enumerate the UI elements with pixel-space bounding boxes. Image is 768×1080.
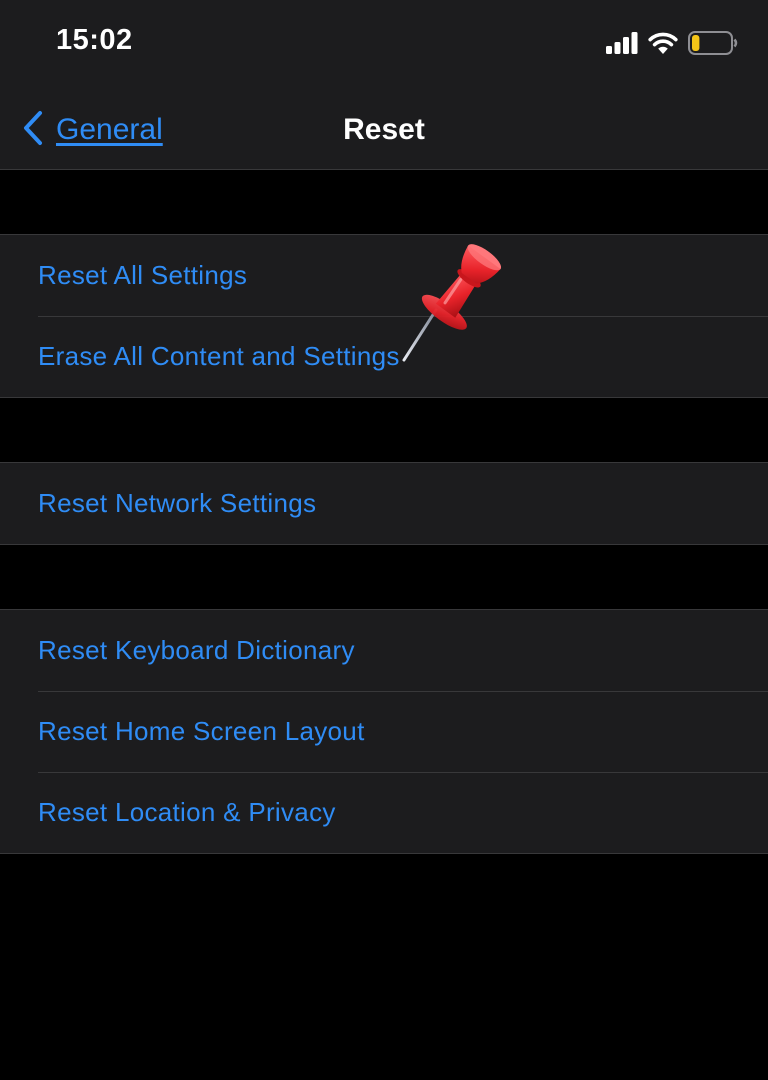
navigation-bar: General Reset — [0, 88, 768, 170]
erase-all-content-row[interactable]: Erase All Content and Settings — [0, 316, 768, 397]
settings-group-reset: Reset All Settings Erase All Content and… — [0, 234, 768, 398]
wifi-icon — [648, 32, 678, 59]
row-label: Reset Keyboard Dictionary — [38, 635, 355, 665]
reset-network-settings-row[interactable]: Reset Network Settings — [0, 463, 768, 544]
battery-icon — [688, 30, 738, 60]
row-label: Reset Home Screen Layout — [38, 716, 365, 746]
settings-group-other: Reset Keyboard Dictionary Reset Home Scr… — [0, 609, 768, 854]
row-label: Reset All Settings — [38, 260, 248, 290]
status-time: 15:02 — [56, 24, 133, 56]
status-icons — [606, 30, 738, 60]
row-label: Reset Location & Privacy — [38, 797, 336, 827]
settings-group-network: Reset Network Settings — [0, 462, 768, 545]
reset-keyboard-dictionary-row[interactable]: Reset Keyboard Dictionary — [0, 610, 768, 691]
page-title: Reset — [343, 113, 425, 146]
reset-all-settings-row[interactable]: Reset All Settings — [0, 235, 768, 316]
reset-home-screen-layout-row[interactable]: Reset Home Screen Layout — [0, 691, 768, 772]
row-label: Erase All Content and Settings — [38, 341, 400, 371]
reset-location-privacy-row[interactable]: Reset Location & Privacy — [0, 772, 768, 853]
cellular-signal-icon — [606, 31, 638, 59]
row-label: Reset Network Settings — [38, 488, 317, 518]
status-bar: 15:02 — [0, 0, 768, 88]
